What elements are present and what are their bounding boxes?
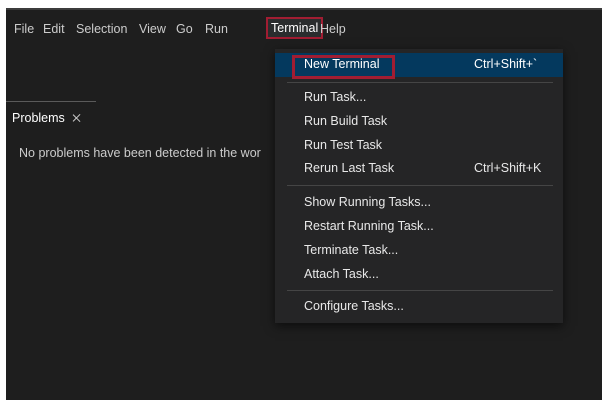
menu-item-rerun-last-task[interactable]: Rerun Last Task Ctrl+Shift+K bbox=[275, 157, 563, 181]
menu-item-attach-task[interactable]: Attach Task... bbox=[275, 263, 563, 287]
menu-item-run-test-task[interactable]: Run Test Task bbox=[275, 134, 563, 158]
menu-separator bbox=[287, 82, 553, 83]
menu-separator bbox=[287, 290, 553, 291]
menu-item-new-terminal[interactable]: New Terminal Ctrl+Shift+` bbox=[275, 53, 563, 79]
menu-item-label: Attach Task... bbox=[304, 267, 379, 281]
menu-item-label: Configure Tasks... bbox=[304, 299, 404, 313]
menu-run[interactable]: Run bbox=[205, 22, 228, 36]
menu-item-label: Terminate Task... bbox=[304, 243, 399, 257]
menu-item-label: Run Task... bbox=[304, 90, 367, 104]
menu-item-label: Restart Running Task... bbox=[304, 219, 434, 233]
menu-item-label: Rerun Last Task bbox=[304, 161, 395, 175]
menu-terminal[interactable]: Terminal bbox=[265, 17, 324, 39]
menubar: File Edit Selection View Go Run Terminal… bbox=[6, 10, 602, 46]
menu-item-terminate-task[interactable]: Terminate Task... bbox=[275, 239, 563, 263]
menu-item-label: Run Build Task bbox=[304, 114, 388, 128]
menu-edit[interactable]: Edit bbox=[43, 22, 65, 36]
menu-item-label: Run Test Task bbox=[304, 138, 383, 152]
tab-problems-label: Problems bbox=[12, 111, 65, 125]
menu-help[interactable]: Help bbox=[320, 22, 346, 36]
menu-file[interactable]: File bbox=[14, 22, 34, 36]
menu-item-run-task[interactable]: Run Task... bbox=[275, 86, 563, 110]
menu-separator bbox=[287, 185, 553, 186]
menu-item-run-build-task[interactable]: Run Build Task bbox=[275, 110, 563, 134]
close-icon[interactable] bbox=[71, 112, 83, 124]
menu-item-shortcut: Ctrl+Shift+K bbox=[474, 161, 542, 175]
menu-view[interactable]: View bbox=[139, 22, 166, 36]
highlight-box bbox=[292, 55, 395, 79]
menu-item-shortcut: Ctrl+Shift+` bbox=[474, 57, 538, 71]
menu-item-show-running-tasks[interactable]: Show Running Tasks... bbox=[275, 191, 563, 215]
menu-item-restart-running-task[interactable]: Restart Running Task... bbox=[275, 215, 563, 239]
terminal-menu-dropdown: New Terminal Ctrl+Shift+` Run Task... Ru… bbox=[275, 49, 563, 323]
menu-selection[interactable]: Selection bbox=[76, 22, 127, 36]
problems-message: No problems have been detected in the wo… bbox=[19, 146, 261, 160]
menu-go[interactable]: Go bbox=[176, 22, 193, 36]
vscode-window: File Edit Selection View Go Run Terminal… bbox=[6, 8, 602, 400]
panel-tab-indicator bbox=[6, 101, 96, 102]
tab-problems[interactable]: Problems bbox=[12, 111, 83, 125]
menu-item-label: Show Running Tasks... bbox=[304, 195, 431, 209]
menu-item-configure-tasks[interactable]: Configure Tasks... bbox=[275, 295, 563, 319]
